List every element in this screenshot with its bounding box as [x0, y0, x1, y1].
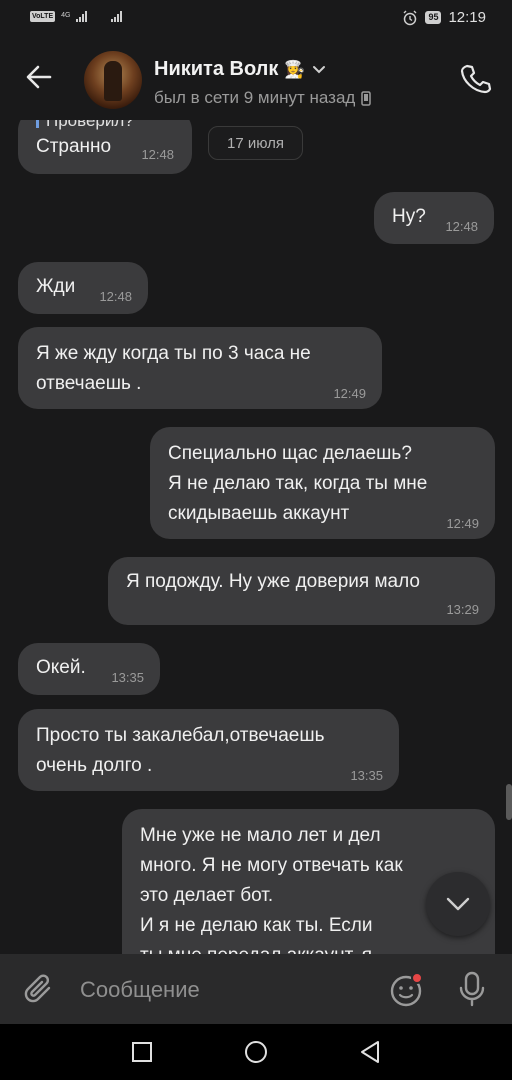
signal-icon	[76, 10, 88, 22]
notification-dot	[411, 972, 423, 984]
back-nav-icon[interactable]	[356, 1038, 384, 1066]
message-composer	[0, 954, 512, 1024]
volte-indicator: VoLTE	[30, 10, 56, 22]
message-bubble-in[interactable]: Просто ты закалебал,отвечаешь очень долг…	[18, 709, 399, 791]
avatar[interactable]	[84, 51, 142, 109]
last-seen-text: был в сети 9 минут назад	[154, 88, 356, 107]
message-time: 12:48	[445, 219, 478, 234]
contact-name: Никита Волк	[154, 58, 279, 80]
message-text: Я подожду. Ну уже доверия мало	[126, 571, 420, 592]
message-bubble-out[interactable]: Я подожду. Ну уже доверия мало 13:29	[108, 557, 495, 625]
home-icon[interactable]	[242, 1038, 270, 1066]
quote-preview: Проверил?	[46, 120, 134, 130]
scroll-down-button[interactable]	[426, 872, 490, 936]
message-bubble-in[interactable]: Проверил? Странно 12:48	[18, 120, 192, 174]
status-bar: VoLTE 4G 95 12:19	[0, 0, 512, 38]
message-input[interactable]	[80, 974, 370, 1006]
microphone-icon[interactable]	[456, 970, 488, 1008]
chat-header: Никита Волк 👩‍🍳 был в сети 9 минут назад	[0, 38, 512, 120]
signal-icon-2	[111, 10, 123, 22]
contact-emoji: 👩‍🍳	[284, 59, 306, 79]
clock: 12:19	[448, 9, 486, 26]
smile-icon[interactable]	[388, 972, 424, 1008]
message-time: 13:35	[350, 768, 383, 783]
message-text: Специально щас делаешь? Я не делаю так, …	[168, 443, 428, 524]
system-navigation-bar	[0, 1024, 512, 1080]
message-bubble-in[interactable]: Жди 12:48	[18, 262, 148, 314]
quote-accent	[36, 120, 39, 128]
date-chip: 17 июля	[208, 126, 303, 160]
message-time: 12:48	[99, 289, 132, 304]
message-text: Мне уже не мало лет и дел много. Я не мо…	[140, 825, 403, 954]
message-time: 13:35	[111, 670, 144, 685]
recents-icon[interactable]	[128, 1038, 156, 1066]
arrow-left-icon[interactable]	[22, 60, 56, 94]
network-type: 4G	[61, 12, 71, 19]
chevron-down-icon[interactable]	[312, 65, 326, 75]
message-bubble-in[interactable]: Окей. 13:35	[18, 643, 160, 695]
message-time: 12:48	[141, 147, 174, 162]
battery-icon: 95	[425, 11, 442, 24]
chevron-down-icon	[446, 897, 470, 911]
alarm-icon	[403, 10, 417, 25]
phone-icon[interactable]	[458, 62, 492, 96]
message-bubble-out[interactable]: Специально щас делаешь? Я не делаю так, …	[150, 427, 495, 539]
message-time: 13:29	[446, 602, 479, 617]
message-bubble-in[interactable]: Я же жду когда ты по 3 часа не отвечаешь…	[18, 327, 382, 409]
contact-status: был в сети 9 минут назад	[154, 88, 372, 108]
contact-name-row[interactable]: Никита Волк 👩‍🍳	[154, 58, 326, 81]
message-bubble-out[interactable]: Ну? 12:48	[374, 192, 494, 244]
message-time: 12:49	[333, 386, 366, 401]
message-list[interactable]: Проверил? Странно 12:48 17 июля Ну? 12:4…	[0, 120, 512, 954]
paperclip-icon[interactable]	[22, 972, 58, 1008]
message-text: Я же жду когда ты по 3 часа не отвечаешь…	[36, 343, 311, 394]
mobile-device-icon	[361, 90, 372, 106]
message-time: 12:49	[446, 516, 479, 531]
scrollbar[interactable]	[506, 784, 512, 820]
message-text: Просто ты закалебал,отвечаешь очень долг…	[36, 725, 325, 776]
